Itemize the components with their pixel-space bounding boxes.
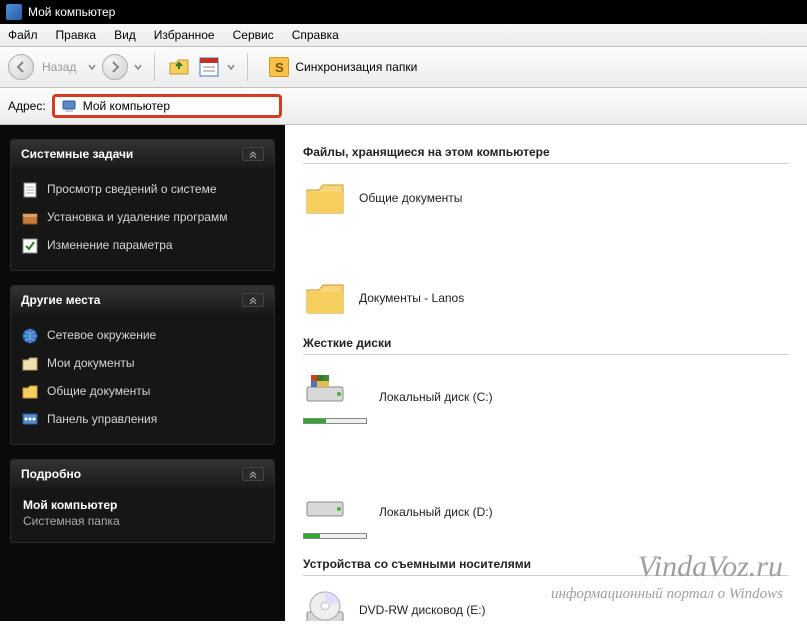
panel-header-tasks[interactable]: Системные задачи [11, 140, 274, 168]
item-dvd-drive[interactable]: DVD-RW дисковод (E:) [303, 590, 523, 621]
disc-drive-icon [303, 590, 347, 621]
panel-other-places: Другие места Сетевое окружение Мои докум… [10, 285, 275, 445]
views-button[interactable] [197, 55, 221, 79]
forward-dropdown[interactable] [134, 63, 142, 71]
task-change-setting[interactable]: Изменение параметра [17, 232, 268, 260]
toolbar: Назад S Синхронизация папки [0, 47, 807, 88]
task-view-system-info[interactable]: Просмотр сведений о системе [17, 176, 268, 204]
back-label: Назад [42, 60, 76, 74]
place-label: Общие документы [47, 384, 150, 400]
sidebar: Системные задачи Просмотр сведений о сис… [0, 125, 285, 621]
chevrons-icon [248, 150, 258, 158]
panel-title: Другие места [21, 293, 100, 307]
chevrons-icon [248, 296, 258, 304]
computer-icon [61, 98, 77, 114]
workspace: Системные задачи Просмотр сведений о сис… [0, 125, 807, 621]
drive-usage-bar [303, 418, 367, 424]
collapse-button[interactable] [242, 467, 264, 481]
hard-drive-icon [303, 369, 347, 409]
task-add-remove-programs[interactable]: Установка и удаление программ [17, 204, 268, 232]
menu-favorites[interactable]: Избранное [154, 28, 215, 42]
document-icon [21, 181, 39, 199]
address-value: Мой компьютер [83, 99, 170, 113]
folder-icon [21, 355, 39, 373]
menu-file[interactable]: Файл [8, 28, 38, 42]
folder-icon [303, 178, 347, 218]
sync-label: Синхронизация папки [295, 60, 417, 74]
place-network[interactable]: Сетевое окружение [17, 322, 268, 350]
item-user-documents[interactable]: Документы - Lanos [303, 278, 523, 318]
window-title: Мой компьютер [28, 5, 115, 19]
menu-edit[interactable]: Правка [56, 28, 97, 42]
place-label: Панель управления [47, 412, 157, 428]
chevron-down-icon [227, 63, 235, 71]
item-label: Локальный диск (C:) [379, 390, 493, 404]
collapse-button[interactable] [242, 147, 264, 161]
task-label: Просмотр сведений о системе [47, 182, 217, 198]
sync-folder-button[interactable]: S Синхронизация папки [260, 54, 426, 80]
panel-header-places[interactable]: Другие места [11, 286, 274, 314]
back-dropdown[interactable] [88, 63, 96, 71]
chevron-down-icon [134, 63, 142, 71]
sync-icon: S [269, 57, 289, 77]
details-subtitle: Системная папка [23, 514, 262, 528]
panel-header-details[interactable]: Подробно [11, 460, 274, 488]
menu-tools[interactable]: Сервис [233, 28, 274, 42]
task-label: Установка и удаление программ [47, 210, 227, 226]
menu-bar: Файл Правка Вид Избранное Сервис Справка [0, 24, 807, 47]
drive-usage-bar [303, 533, 367, 539]
chevrons-icon [248, 470, 258, 478]
item-label: Общие документы [359, 191, 462, 205]
app-icon [6, 4, 22, 20]
address-label: Адрес: [8, 99, 46, 113]
item-shared-documents[interactable]: Общие документы [303, 178, 523, 218]
item-local-disk-c[interactable]: Локальный диск (C:) [303, 369, 523, 424]
section-hard-drives: Жесткие диски [303, 336, 789, 355]
arrow-right-icon [109, 61, 121, 73]
title-bar: Мой компьютер [0, 0, 807, 24]
views-icon [197, 55, 221, 79]
folder-up-icon [167, 55, 191, 79]
place-my-documents[interactable]: Мои документы [17, 350, 268, 378]
up-button[interactable] [167, 55, 191, 79]
back-button[interactable] [8, 54, 34, 80]
section-files-stored: Файлы, хранящиеся на этом компьютере [303, 145, 789, 164]
menu-help[interactable]: Справка [292, 28, 339, 42]
content-pane: Файлы, хранящиеся на этом компьютере Общ… [285, 125, 807, 621]
panel-title: Подробно [21, 467, 81, 481]
place-control-panel[interactable]: Панель управления [17, 406, 268, 434]
place-label: Сетевое окружение [47, 328, 156, 344]
item-label: Локальный диск (D:) [379, 505, 493, 519]
chevron-down-icon [88, 63, 96, 71]
hard-drive-icon [303, 484, 347, 524]
details-title: Мой компьютер [23, 498, 262, 512]
globe-icon [21, 327, 39, 345]
folder-icon [303, 278, 347, 318]
forward-button[interactable] [102, 54, 128, 80]
folder-icon [21, 383, 39, 401]
place-label: Мои документы [47, 356, 134, 372]
toolbar-separator [154, 53, 155, 81]
address-input[interactable]: Мой компьютер [52, 94, 282, 118]
menu-view[interactable]: Вид [114, 28, 136, 42]
control-panel-icon [21, 411, 39, 429]
arrow-left-icon [15, 61, 27, 73]
section-removable: Устройства со съемными носителями [303, 557, 789, 576]
views-dropdown[interactable] [227, 63, 235, 71]
item-local-disk-d[interactable]: Локальный диск (D:) [303, 484, 523, 539]
place-shared-documents[interactable]: Общие документы [17, 378, 268, 406]
address-bar: Адрес: Мой компьютер [0, 88, 807, 125]
checkmark-icon [21, 237, 39, 255]
panel-details: Подробно Мой компьютер Системная папка [10, 459, 275, 543]
panel-system-tasks: Системные задачи Просмотр сведений о сис… [10, 139, 275, 271]
item-label: DVD-RW дисковод (E:) [359, 603, 486, 617]
panel-title: Системные задачи [21, 147, 133, 161]
collapse-button[interactable] [242, 293, 264, 307]
toolbar-separator [247, 53, 248, 81]
box-icon [21, 209, 39, 227]
item-label: Документы - Lanos [359, 291, 464, 305]
task-label: Изменение параметра [47, 238, 173, 254]
